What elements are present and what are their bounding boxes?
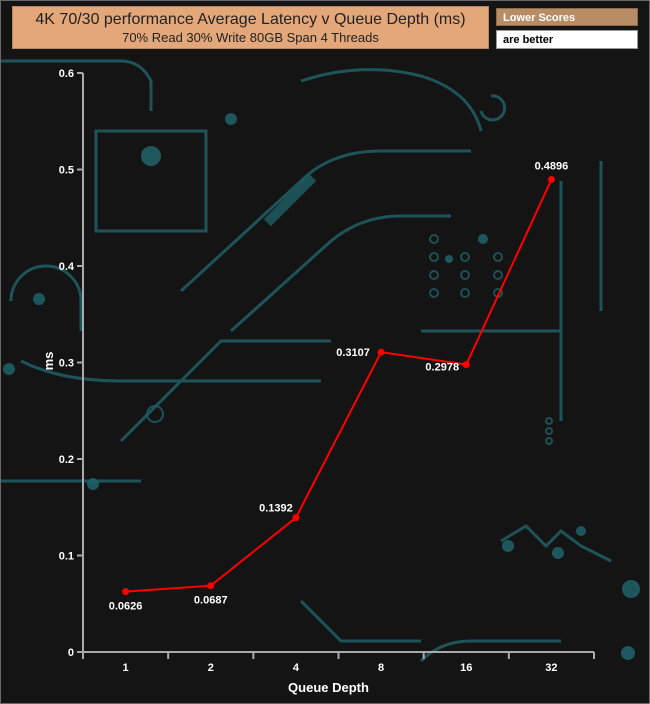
data-point: [377, 348, 385, 356]
data-point: [122, 588, 130, 596]
chart-frame: 0 0.1 0.2 0.3 0.4 0.5 0.6 1 2 4 8 16 32 Queue Depth ms…: [0, 0, 650, 704]
data-point: [547, 176, 555, 184]
data-label: 0.0687: [194, 595, 228, 607]
x-tick-label: 1: [123, 662, 129, 674]
data-label: 0.0626: [109, 601, 143, 613]
x-tick-label: 8: [378, 662, 384, 674]
y-tick-label: 0.6: [59, 68, 74, 80]
y-tick-label: 0.4: [59, 261, 75, 273]
x-tick-label: 4: [293, 662, 300, 674]
data-label: 0.2978: [425, 362, 459, 374]
data-label: 0.1392: [259, 503, 293, 515]
y-tick-label: 0.3: [59, 358, 74, 370]
data-point: [292, 514, 300, 522]
chart-title-box: 4K 70/30 performance Average Latency v Q…: [12, 6, 489, 49]
series-line: [125, 179, 553, 593]
legend-lower-scores: Lower Scores: [496, 8, 638, 26]
y-tick-label: 0.5: [59, 165, 74, 177]
chart-subtitle: 70% Read 30% Write 80GB Span 4 Threads: [122, 30, 379, 45]
data-label: 0.3107: [336, 347, 370, 359]
data-point: [462, 361, 470, 369]
x-tick-label: 32: [545, 662, 557, 674]
y-tick-label: 0: [68, 647, 74, 659]
x-tick-label: 2: [208, 662, 214, 674]
y-axis-title: ms: [41, 352, 56, 371]
x-tick-label: 16: [460, 662, 472, 674]
x-axis-title: Queue Depth: [288, 680, 369, 695]
chart-title: 4K 70/30 performance Average Latency v Q…: [35, 11, 466, 28]
line-chart: 0 0.1 0.2 0.3 0.4 0.5 0.6 1 2 4 8 16 32 Queue Depth ms…: [41, 68, 595, 695]
y-tick-label: 0.1: [59, 551, 74, 563]
data-point: [207, 582, 215, 590]
data-label: 0.4896: [535, 161, 569, 173]
legend-are-better: are better: [496, 30, 638, 49]
y-tick-label: 0.2: [59, 454, 74, 466]
